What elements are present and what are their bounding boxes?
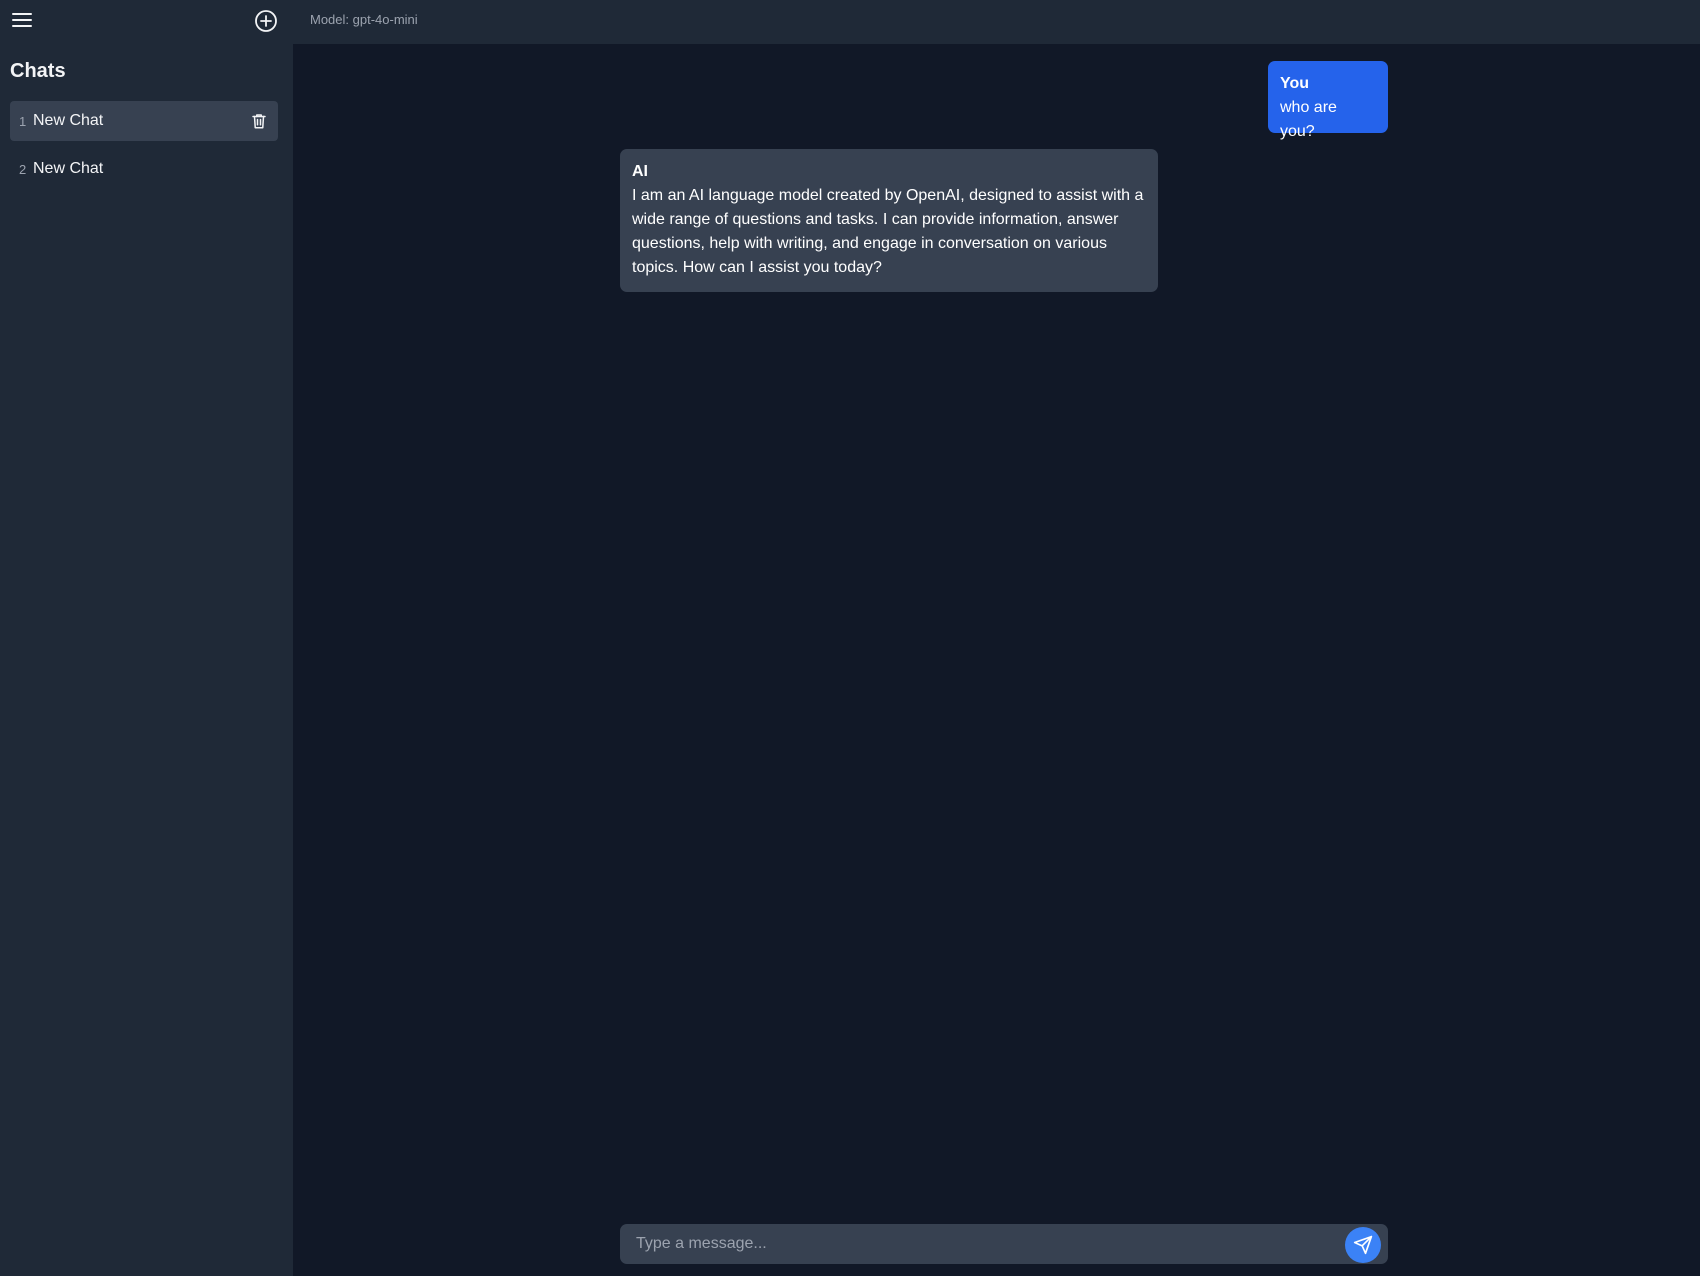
message-author: You xyxy=(1280,75,1310,92)
message-text: I am an AI language model created by Ope… xyxy=(632,187,1144,276)
chat-list-item[interactable]: 2 New Chat xyxy=(10,149,278,189)
chats-heading: Chats xyxy=(10,60,66,82)
send-button[interactable] xyxy=(1345,1227,1381,1263)
hamburger-menu-icon[interactable] xyxy=(12,12,32,30)
chat-app: Chats 1 New Chat 2 New Chat Model: gpt-4… xyxy=(0,0,1700,1276)
chat-list: 1 New Chat 2 New Chat xyxy=(10,101,278,197)
trash-icon[interactable] xyxy=(250,112,268,130)
paper-plane-icon xyxy=(1353,1235,1373,1255)
user-message-bubble: You who are you? xyxy=(1268,61,1388,140)
message-composer xyxy=(620,1224,1388,1264)
chat-index: 2 xyxy=(19,161,27,177)
plus-circle-icon xyxy=(255,10,277,32)
chat-title: New Chat xyxy=(33,160,104,177)
message-text: who are you? xyxy=(1280,99,1337,140)
chat-list-item[interactable]: 1 New Chat xyxy=(10,101,278,141)
message-input[interactable] xyxy=(620,1224,1340,1264)
sidebar-toolbar xyxy=(0,0,293,44)
ai-message-bubble: AI I am an AI language model created by … xyxy=(620,149,1158,292)
chat-index: 1 xyxy=(19,113,27,129)
top-bar: Model: gpt-4o-mini xyxy=(293,0,1700,44)
chat-title: New Chat xyxy=(33,112,104,129)
message-author: AI xyxy=(632,163,648,180)
model-label: Model: gpt-4o-mini xyxy=(310,12,418,27)
sidebar: Chats 1 New Chat 2 New Chat xyxy=(0,0,293,1276)
new-chat-button[interactable] xyxy=(254,9,278,33)
